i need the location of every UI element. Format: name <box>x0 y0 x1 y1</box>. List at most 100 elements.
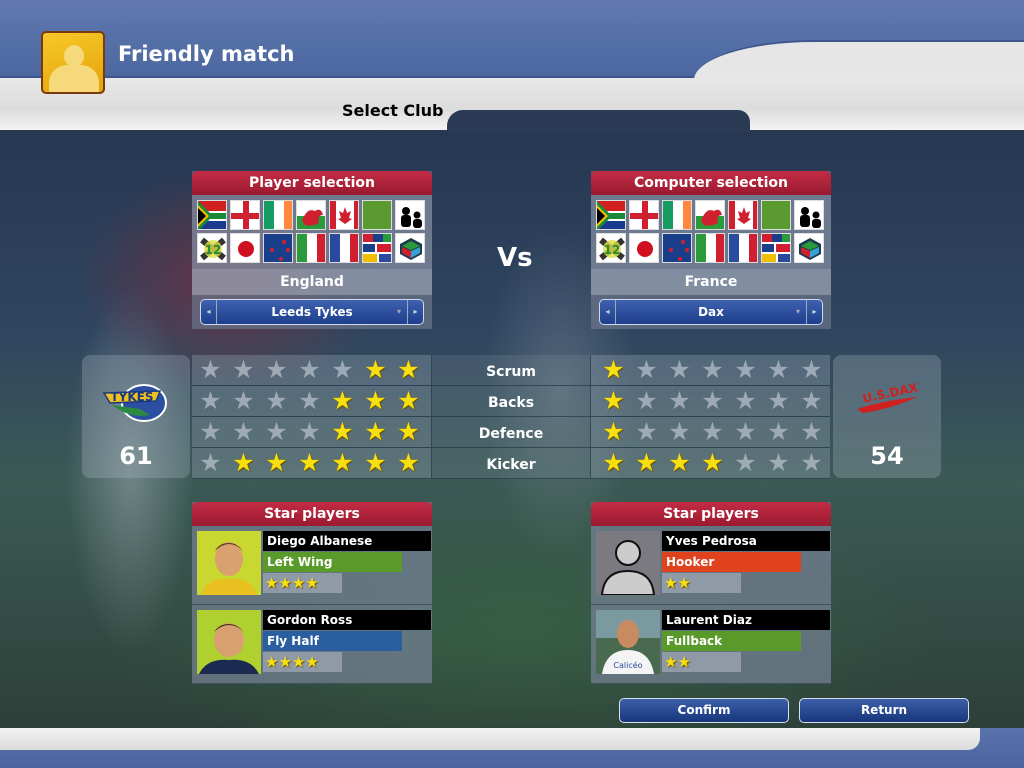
star-empty-icon: ★ <box>199 417 222 446</box>
computer-star-players-panel: Star players Yves Pedrosa Hooker ★★ Calicéo… <box>591 502 831 684</box>
computer-club-selector[interactable]: ◂ Dax ▾ ▸ <box>599 299 823 325</box>
flag-south-africa-icon[interactable] <box>197 200 227 230</box>
arrow-right-icon[interactable]: ▸ <box>407 300 423 324</box>
flag-custom-team-icon[interactable] <box>794 233 824 263</box>
star-filled-icon: ★ <box>701 448 724 477</box>
star-empty-icon: ★ <box>734 355 757 384</box>
star-player-position: Hooker <box>662 552 801 572</box>
flag-blank-green-icon[interactable] <box>362 200 392 230</box>
star-filled-icon: ★ <box>331 417 354 446</box>
us-dax-logo-icon: U.S.DAX <box>857 380 920 413</box>
star-player-name: Laurent Diaz <box>662 610 830 630</box>
flag-world-xiii-icon[interactable]: 12 <box>197 233 227 263</box>
star-filled-icon: ★ <box>602 448 625 477</box>
player-photo <box>197 531 261 595</box>
star-empty-icon: ★ <box>734 417 757 446</box>
arrow-right-icon[interactable]: ▸ <box>806 300 822 324</box>
player-photo <box>197 610 261 674</box>
flag-canada-icon[interactable] <box>728 200 758 230</box>
computer-stat-rating: ★ ★ ★ ★ ★ ★ ★ <box>590 448 830 478</box>
star-empty-icon: ★ <box>265 417 288 446</box>
star-empty-icon: ★ <box>265 355 288 384</box>
player-star-players-list: Diego Albanese Left Wing ★★★★ Gordon Ross Fl… <box>192 526 432 684</box>
star-filled-icon: ★ <box>331 386 354 415</box>
computer-stat-rating: ★ ★ ★ ★ ★ ★ ★ <box>590 386 830 416</box>
star-player-rating: ★★ <box>662 573 741 593</box>
star-empty-icon: ★ <box>800 355 823 384</box>
flag-world-xiii-icon[interactable]: 12 <box>596 233 626 263</box>
star-player-position: Left Wing <box>263 552 402 572</box>
star-empty-icon: ★ <box>668 417 691 446</box>
star-filled-icon: ★ <box>364 417 387 446</box>
flag-mixed-nations-icon[interactable] <box>761 233 791 263</box>
star-player-rating: ★★★★ <box>263 652 342 672</box>
stat-row-scrum: ★ ★ ★ ★ ★ ★ ★ Scrum ★ ★ ★ ★ ★ ★ ★ <box>192 355 830 386</box>
confirm-button[interactable]: Confirm <box>619 698 789 723</box>
flag-ireland-icon[interactable] <box>263 200 293 230</box>
arrow-left-icon[interactable]: ◂ <box>201 300 217 324</box>
computer-selection-panel: Computer selection 12 France ◂ Dax ▾ ▸ <box>591 171 831 329</box>
star-filled-icon: ★ <box>602 417 625 446</box>
flag-wales-icon[interactable] <box>296 200 326 230</box>
star-filled-icon: ★ <box>232 448 255 477</box>
star-player-name: Diego Albanese <box>263 531 431 551</box>
star-filled-icon: ★ <box>364 448 387 477</box>
flag-japan-icon[interactable] <box>629 233 659 263</box>
flag-france-icon[interactable] <box>329 233 359 263</box>
star-filled-icon: ★ <box>397 355 420 384</box>
player-selection-heading: Player selection <box>192 171 432 195</box>
star-filled-icon: ★ <box>331 448 354 477</box>
flag-ireland-icon[interactable] <box>662 200 692 230</box>
player-club-selector[interactable]: ◂ Leeds Tykes ▾ ▸ <box>200 299 424 325</box>
star-empty-icon: ★ <box>701 355 724 384</box>
flag-japan-icon[interactable] <box>230 233 260 263</box>
computer-team-score: 54 <box>870 442 904 470</box>
star-player-rating: ★★ <box>662 652 741 672</box>
player-star-players-panel: Star players Diego Albanese Left Wing ★★★★… <box>192 502 432 684</box>
svg-text:Calicéo: Calicéo <box>613 660 642 670</box>
star-empty-icon: ★ <box>668 386 691 415</box>
flag-custom-team-icon[interactable] <box>395 233 425 263</box>
star-filled-icon: ★ <box>602 386 625 415</box>
star-rating-icons: ★★ <box>664 574 691 592</box>
star-empty-icon: ★ <box>767 386 790 415</box>
star-empty-icon: ★ <box>800 386 823 415</box>
chevron-down-icon[interactable]: ▾ <box>796 300 800 324</box>
computer-stat-rating: ★ ★ ★ ★ ★ ★ ★ <box>590 417 830 447</box>
arrow-left-icon[interactable]: ◂ <box>600 300 616 324</box>
computer-star-players-heading: Star players <box>591 502 831 526</box>
chevron-down-icon[interactable]: ▾ <box>397 300 401 324</box>
flag-south-africa-icon[interactable] <box>596 200 626 230</box>
star-empty-icon: ★ <box>331 355 354 384</box>
page-title: Friendly match <box>118 42 295 66</box>
flag-france-icon[interactable] <box>728 233 758 263</box>
flag-new-zealand-icon[interactable] <box>662 233 692 263</box>
star-empty-icon: ★ <box>767 448 790 477</box>
computer-club-name: Dax <box>698 305 724 319</box>
star-player-position: Fly Half <box>263 631 402 651</box>
flag-england-icon[interactable] <box>629 200 659 230</box>
star-player-item: Diego Albanese Left Wing ★★★★ <box>192 526 432 605</box>
flag-wales-icon[interactable] <box>695 200 725 230</box>
star-filled-icon: ★ <box>298 448 321 477</box>
flag-two-players-icon[interactable] <box>395 200 425 230</box>
header-bar <box>0 0 1024 80</box>
flag-two-players-icon[interactable] <box>794 200 824 230</box>
star-empty-icon: ★ <box>701 417 724 446</box>
star-rating-icons: ★★ <box>664 653 691 671</box>
flag-england-icon[interactable] <box>230 200 260 230</box>
flag-italy-icon[interactable] <box>695 233 725 263</box>
star-filled-icon: ★ <box>265 448 288 477</box>
player-stat-rating: ★ ★ ★ ★ ★ ★ ★ <box>192 355 432 385</box>
flag-mixed-nations-icon[interactable] <box>362 233 392 263</box>
star-filled-icon: ★ <box>635 448 658 477</box>
star-filled-icon: ★ <box>364 386 387 415</box>
return-button[interactable]: Return <box>799 698 969 723</box>
flag-canada-icon[interactable] <box>329 200 359 230</box>
star-empty-icon: ★ <box>635 386 658 415</box>
flag-blank-green-icon[interactable] <box>761 200 791 230</box>
flag-italy-icon[interactable] <box>296 233 326 263</box>
computer-star-players-list: Yves Pedrosa Hooker ★★ Calicéo Laurent Diaz F… <box>591 526 831 684</box>
flag-new-zealand-icon[interactable] <box>263 233 293 263</box>
stat-label: Kicker <box>432 448 590 478</box>
